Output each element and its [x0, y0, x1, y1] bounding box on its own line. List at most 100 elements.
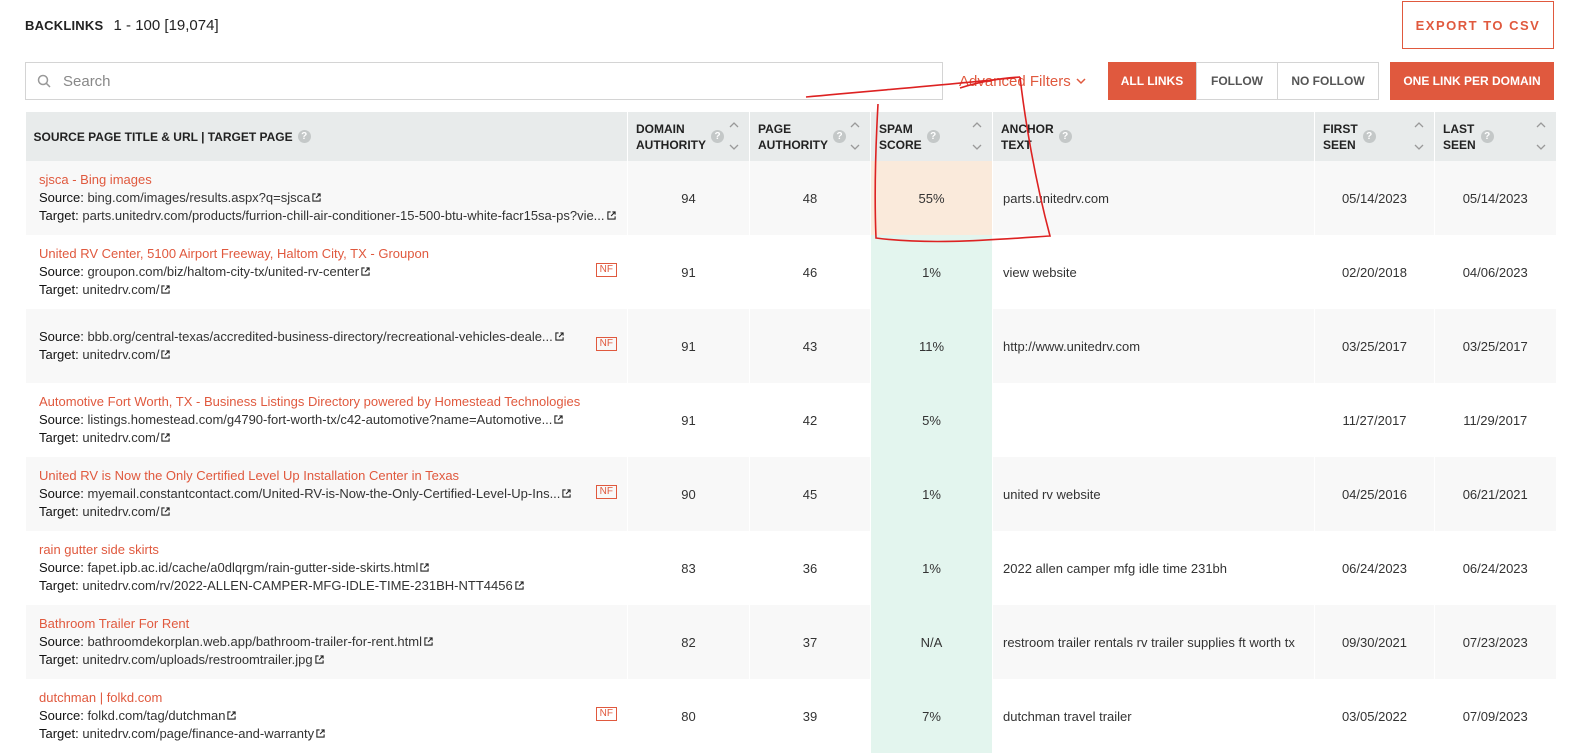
target-url-text[interactable]: unitedrv.com/ [82, 282, 159, 297]
source-url-text[interactable]: bbb.org/central-texas/accredited-busines… [87, 329, 552, 344]
external-link-icon[interactable] [227, 711, 237, 720]
source-url-text[interactable]: groupon.com/biz/haltom-city-tx/united-rv… [87, 264, 359, 279]
external-link-icon[interactable] [161, 433, 171, 442]
target-url-text[interactable]: unitedrv.com/ [82, 430, 159, 445]
help-icon[interactable]: ? [1058, 130, 1072, 143]
source-title-link[interactable]: rain gutter side skirts [39, 541, 617, 559]
help-icon[interactable]: ? [297, 130, 311, 143]
col-anchor-text: ANCHOR TEXT? [992, 112, 1315, 161]
nofollow-badge: NF [595, 707, 617, 721]
source-title-link[interactable]: United RV is Now the Only Certified Leve… [39, 467, 617, 485]
source-url-text[interactable]: bathroomdekorplan.web.app/bathroom-trail… [87, 634, 422, 649]
source-url-text[interactable]: bing.com/images/results.aspx?q=sjsca [87, 190, 310, 205]
external-link-icon[interactable] [606, 211, 616, 220]
source-title-link[interactable]: United RV Center, 5100 Airport Freeway, … [39, 245, 617, 263]
sort-icon[interactable] [1536, 122, 1546, 150]
export-csv-button[interactable]: EXPORT TO CSV [1402, 1, 1554, 49]
last-seen-cell: 07/23/2023 [1434, 605, 1556, 679]
source-cell: United RV Center, 5100 Airport Freeway, … [25, 235, 628, 309]
col-last-seen[interactable]: LAST SEEN? [1434, 112, 1556, 161]
external-link-icon[interactable] [424, 637, 433, 646]
source-title-link[interactable]: Bathroom Trailer For Rent [39, 615, 617, 633]
col-spam-score[interactable]: SPAM SCORE? [870, 112, 993, 161]
last-seen-cell: 03/25/2017 [1434, 309, 1556, 383]
filter-follow[interactable]: FOLLOW [1196, 62, 1277, 100]
external-link-icon[interactable] [420, 563, 430, 572]
table-header-row: SOURCE PAGE TITLE & URL | TARGET PAGE? D… [25, 112, 1556, 161]
backlinks-table: SOURCE PAGE TITLE & URL | TARGET PAGE? D… [25, 112, 1556, 753]
anchor-text-cell: restroom trailer rentals rv trailer supp… [992, 605, 1315, 679]
source-title-link[interactable]: dutchman | folkd.com [39, 689, 617, 707]
search-box[interactable] [25, 62, 943, 100]
external-link-icon[interactable] [554, 415, 564, 424]
external-link-icon[interactable] [315, 655, 324, 664]
source-url-text[interactable]: folkd.com/tag/dutchman [87, 708, 225, 723]
source-title-link[interactable]: sjsca - Bing images [39, 171, 617, 189]
external-link-icon[interactable] [161, 350, 171, 359]
col-spam-label-2: SCORE [879, 137, 922, 152]
nofollow-badge: NF [595, 337, 617, 351]
sort-icon[interactable] [972, 122, 982, 150]
source-url: Source: folkd.com/tag/dutchman [39, 707, 617, 725]
col-spam-label-1: SPAM [879, 121, 913, 136]
external-link-icon[interactable] [555, 332, 564, 341]
external-link-icon[interactable] [562, 489, 572, 498]
target-url: Target: parts.unitedrv.com/products/furr… [39, 207, 617, 225]
target-url-text[interactable]: unitedrv.com/ [82, 347, 159, 362]
domain-authority-cell: 83 [627, 531, 750, 605]
col-pa-label-2: AUTHORITY [758, 137, 828, 152]
target-url-text[interactable]: unitedrv.com/uploads/restroomtrailer.jpg [82, 652, 312, 667]
first-seen-cell: 05/14/2023 [1314, 161, 1435, 235]
anchor-text-cell: dutchman travel trailer [992, 679, 1315, 753]
source-url: Source: fapet.ipb.ac.id/cache/a0dlqrgm/r… [39, 559, 617, 577]
help-icon[interactable]: ? [1362, 130, 1376, 143]
target-url-text[interactable]: unitedrv.com/ [82, 504, 159, 519]
col-pa-label-1: PAGE [758, 121, 792, 136]
source-cell: Source: bbb.org/central-texas/accredited… [25, 309, 628, 383]
col-source: SOURCE PAGE TITLE & URL | TARGET PAGE? [25, 112, 628, 161]
col-first-label-1: FIRST [1323, 121, 1358, 136]
external-link-icon[interactable] [361, 267, 370, 276]
one-link-per-domain-button[interactable]: ONE LINK PER DOMAIN [1390, 62, 1554, 100]
external-link-icon[interactable] [312, 193, 321, 202]
col-anchor-label-1: ANCHOR [1001, 121, 1054, 136]
source-title-link[interactable]: Automotive Fort Worth, TX - Business Lis… [39, 393, 617, 411]
col-page-authority[interactable]: PAGE AUTHORITY? [749, 112, 871, 161]
source-cell: United RV is Now the Only Certified Leve… [25, 457, 628, 531]
source-url-text[interactable]: listings.homestead.com/g4790-fort-worth-… [87, 412, 552, 427]
advanced-filters-label: Advanced Filters [959, 73, 1071, 90]
anchor-text-cell: 2022 allen camper mfg idle time 231bh [992, 531, 1315, 605]
spam-score-cell: 7% [870, 679, 993, 753]
col-domain-authority[interactable]: DOMAIN AUTHORITY? [627, 112, 750, 161]
help-icon[interactable]: ? [711, 130, 724, 143]
col-first-seen[interactable]: FIRST SEEN? [1314, 112, 1435, 161]
help-icon[interactable]: ? [833, 130, 846, 143]
external-link-icon[interactable] [161, 507, 171, 516]
help-icon[interactable]: ? [1480, 130, 1494, 143]
last-seen-cell: 05/14/2023 [1434, 161, 1556, 235]
external-link-icon[interactable] [161, 285, 171, 294]
filter-all-links[interactable]: ALL LINKS [1108, 62, 1196, 100]
source-label: Source: [39, 264, 84, 279]
target-url-text[interactable]: parts.unitedrv.com/products/furrion-chil… [82, 208, 604, 223]
sort-icon[interactable] [850, 122, 860, 150]
external-link-icon[interactable] [316, 729, 325, 738]
help-icon[interactable]: ? [926, 130, 940, 143]
source-url-text[interactable]: myemail.constantcontact.com/United-RV-is… [87, 486, 560, 501]
target-url-text[interactable]: unitedrv.com/page/finance-and-warranty [82, 726, 314, 741]
target-url: Target: unitedrv.com/ [39, 429, 617, 447]
sort-icon[interactable] [1414, 122, 1424, 150]
source-url: Source: bathroomdekorplan.web.app/bathro… [39, 633, 617, 651]
source-url-text[interactable]: fapet.ipb.ac.id/cache/a0dlqrgm/rain-gutt… [87, 560, 418, 575]
advanced-filters-button[interactable]: Advanced Filters [959, 73, 1086, 90]
source-url: Source: groupon.com/biz/haltom-city-tx/u… [39, 263, 617, 281]
target-url-text[interactable]: unitedrv.com/rv/2022-ALLEN-CAMPER-MFG-ID… [82, 578, 512, 593]
sort-icon[interactable] [729, 122, 739, 150]
filter-no-follow[interactable]: NO FOLLOW [1277, 62, 1379, 100]
spam-score-cell: N/A [870, 605, 993, 679]
search-input[interactable] [61, 71, 942, 91]
target-url: Target: unitedrv.com/uploads/restroomtra… [39, 651, 617, 669]
source-url: Source: bbb.org/central-texas/accredited… [39, 328, 617, 346]
external-link-icon[interactable] [515, 581, 524, 590]
source-label: Source: [39, 486, 84, 501]
